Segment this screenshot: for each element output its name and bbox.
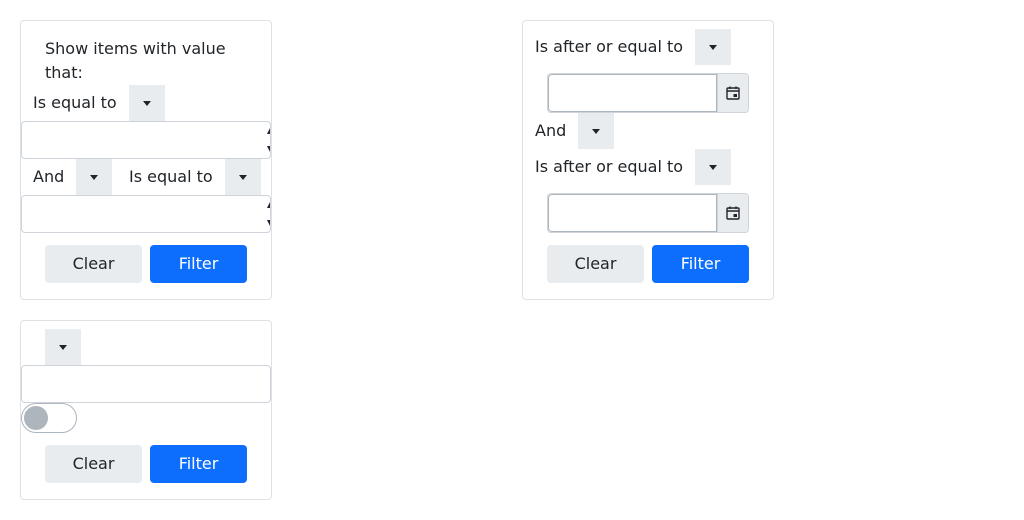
logic-dropdown-button[interactable]	[76, 159, 112, 195]
date-operator-2-label[interactable]: Is after or equal to	[535, 155, 683, 179]
filter-info-text: Show items with value that:	[45, 39, 226, 82]
date-1-input[interactable]	[548, 74, 718, 112]
logic-label[interactable]: And	[33, 165, 64, 189]
operator-2-dropdown-button[interactable]	[225, 159, 261, 195]
caret-down-icon	[709, 165, 717, 170]
spin-down-icon[interactable]	[267, 220, 270, 226]
toggle-knob	[24, 406, 48, 430]
spin-up-icon[interactable]	[267, 202, 270, 208]
date-logic-dropdown-button[interactable]	[578, 113, 614, 149]
date-clear-button[interactable]: Clear	[547, 245, 644, 283]
value-1-input[interactable]	[21, 121, 271, 159]
spin-down-icon[interactable]	[267, 146, 270, 152]
date-filter-button[interactable]: Filter	[652, 245, 749, 283]
spinner-buttons[interactable]	[264, 122, 270, 158]
spin-up-icon[interactable]	[267, 128, 270, 134]
value-2-input[interactable]	[21, 195, 271, 233]
caret-down-icon	[90, 175, 98, 180]
date-1-calendar-button[interactable]	[718, 74, 748, 112]
numeric-filter-panel: Show items with value that: Is equal to …	[20, 20, 272, 300]
calendar-icon	[726, 86, 740, 100]
date-logic-label[interactable]: And	[535, 119, 566, 143]
bool-filter-button[interactable]: Filter	[150, 445, 247, 483]
operator-1-dropdown-button[interactable]	[129, 85, 165, 121]
date-operator-1-dropdown-button[interactable]	[695, 29, 731, 65]
caret-down-icon	[709, 45, 717, 50]
date-operator-1-label[interactable]: Is after or equal to	[535, 35, 683, 59]
date-2-picker[interactable]	[547, 193, 749, 233]
caret-down-icon	[239, 175, 247, 180]
value-toggle-switch[interactable]	[21, 403, 77, 433]
caret-down-icon	[59, 345, 67, 350]
clear-button[interactable]: Clear	[45, 245, 142, 283]
date-2-calendar-button[interactable]	[718, 194, 748, 232]
date-operator-2-dropdown-button[interactable]	[695, 149, 731, 185]
filter-button[interactable]: Filter	[150, 245, 247, 283]
bool-clear-button[interactable]: Clear	[45, 445, 142, 483]
operator-1-label[interactable]: Is equal to	[33, 91, 117, 115]
caret-down-icon	[592, 129, 600, 134]
boolean-filter-panel: Clear Filter	[20, 320, 272, 500]
date-2-input[interactable]	[548, 194, 718, 232]
operator-2-label[interactable]: Is equal to	[129, 165, 213, 189]
date-filter-panel: Is after or equal to And Is after or equ…	[522, 20, 774, 300]
calendar-icon	[726, 206, 740, 220]
bool-value-input[interactable]	[21, 365, 271, 403]
bool-operator-dropdown-button[interactable]	[45, 329, 81, 365]
caret-down-icon	[143, 101, 151, 106]
spinner-buttons[interactable]	[264, 196, 270, 232]
date-1-picker[interactable]	[547, 73, 749, 113]
